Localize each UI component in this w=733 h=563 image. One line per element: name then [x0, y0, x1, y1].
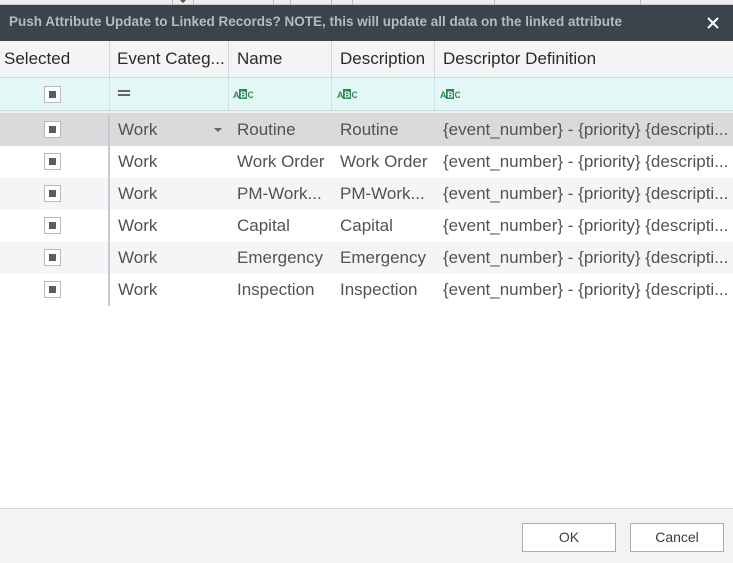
svg-text:A: A [440, 90, 447, 100]
column-header-event-category[interactable]: Event Categ... [110, 41, 229, 77]
chevron-down-icon[interactable] [214, 128, 222, 132]
row-select-checkbox[interactable] [44, 185, 61, 202]
close-icon[interactable] [704, 14, 722, 32]
filter-cell-selected[interactable] [0, 78, 110, 110]
cell-name[interactable]: Routine [229, 114, 332, 146]
cell-descriptor-definition[interactable]: {event_number} - {priority} {descripti..… [435, 274, 733, 306]
svg-text:B: B [344, 90, 350, 100]
filter-cell-descriptor-definition[interactable]: A B C [435, 78, 733, 110]
cell-description[interactable]: PM-Work... [332, 178, 435, 210]
toolbar-arrow-icon [180, 0, 186, 3]
cell-name[interactable]: Work Order [229, 146, 332, 178]
row-select-checkbox[interactable] [44, 153, 61, 170]
column-header-name[interactable]: Name [229, 41, 332, 77]
svg-text:B: B [240, 90, 246, 100]
cell-description[interactable]: Routine [332, 114, 435, 146]
cell-name[interactable]: Capital [229, 210, 332, 242]
text-filter-icon[interactable]: A B C [337, 88, 357, 100]
frozen-column-divider [108, 114, 110, 306]
svg-text:C: C [455, 90, 461, 100]
dialog-title: Push Attribute Update to Linked Records?… [9, 14, 623, 29]
filter-cell-name[interactable]: A B C [229, 78, 332, 110]
cell-descriptor-definition[interactable]: {event_number} - {priority} {descripti..… [435, 210, 733, 242]
cell-event-category[interactable]: Work [110, 242, 229, 274]
text-filter-icon[interactable]: A B C [440, 88, 460, 100]
column-header-description[interactable]: Description [332, 41, 435, 77]
cell-name[interactable]: Emergency [229, 242, 332, 274]
cell-name[interactable]: PM-Work... [229, 178, 332, 210]
cell-description[interactable]: Inspection [332, 274, 435, 306]
cell-event-category[interactable]: Work [110, 210, 229, 242]
cell-event-category[interactable]: Work [110, 114, 229, 146]
filter-cell-event-category[interactable] [110, 78, 229, 110]
ok-button[interactable]: OK [522, 523, 616, 552]
records-grid: Selected Event Categ... Name Description… [0, 41, 733, 306]
filter-cell-description[interactable]: A B C [332, 78, 435, 110]
cell-description[interactable]: Emergency [332, 242, 435, 274]
cell-descriptor-definition[interactable]: {event_number} - {priority} {descripti..… [435, 114, 733, 146]
grid-filter-row: A B C A B C A B C [0, 78, 733, 111]
cell-descriptor-definition[interactable]: {event_number} - {priority} {descripti..… [435, 146, 733, 178]
svg-text:A: A [233, 90, 240, 100]
svg-text:A: A [337, 90, 344, 100]
row-select-checkbox[interactable] [44, 217, 61, 234]
cell-description[interactable]: Capital [332, 210, 435, 242]
cell-event-category[interactable]: Work [110, 274, 229, 306]
grid-header-row: Selected Event Categ... Name Description… [0, 41, 733, 78]
row-select-checkbox[interactable] [44, 281, 61, 298]
cell-event-category[interactable]: Work [110, 178, 229, 210]
column-header-descriptor-definition[interactable]: Descriptor Definition [435, 41, 733, 77]
dialog-titlebar: Push Attribute Update to Linked Records?… [0, 5, 733, 41]
cell-descriptor-definition[interactable]: {event_number} - {priority} {descripti..… [435, 242, 733, 274]
column-header-selected[interactable]: Selected [0, 41, 110, 77]
svg-text:C: C [352, 90, 358, 100]
text-filter-icon[interactable]: A B C [233, 88, 253, 100]
cell-name[interactable]: Inspection [229, 274, 332, 306]
dialog-footer: OK Cancel [0, 508, 733, 563]
cell-description[interactable]: Work Order [332, 146, 435, 178]
svg-text:B: B [447, 90, 453, 100]
cancel-button[interactable]: Cancel [630, 523, 724, 552]
cell-event-category[interactable]: Work [110, 146, 229, 178]
select-all-checkbox[interactable] [44, 86, 61, 103]
row-select-checkbox[interactable] [44, 249, 61, 266]
svg-text:C: C [248, 90, 254, 100]
row-select-checkbox[interactable] [44, 121, 61, 138]
equals-icon[interactable] [118, 89, 130, 97]
cell-descriptor-definition[interactable]: {event_number} - {priority} {descripti..… [435, 178, 733, 210]
